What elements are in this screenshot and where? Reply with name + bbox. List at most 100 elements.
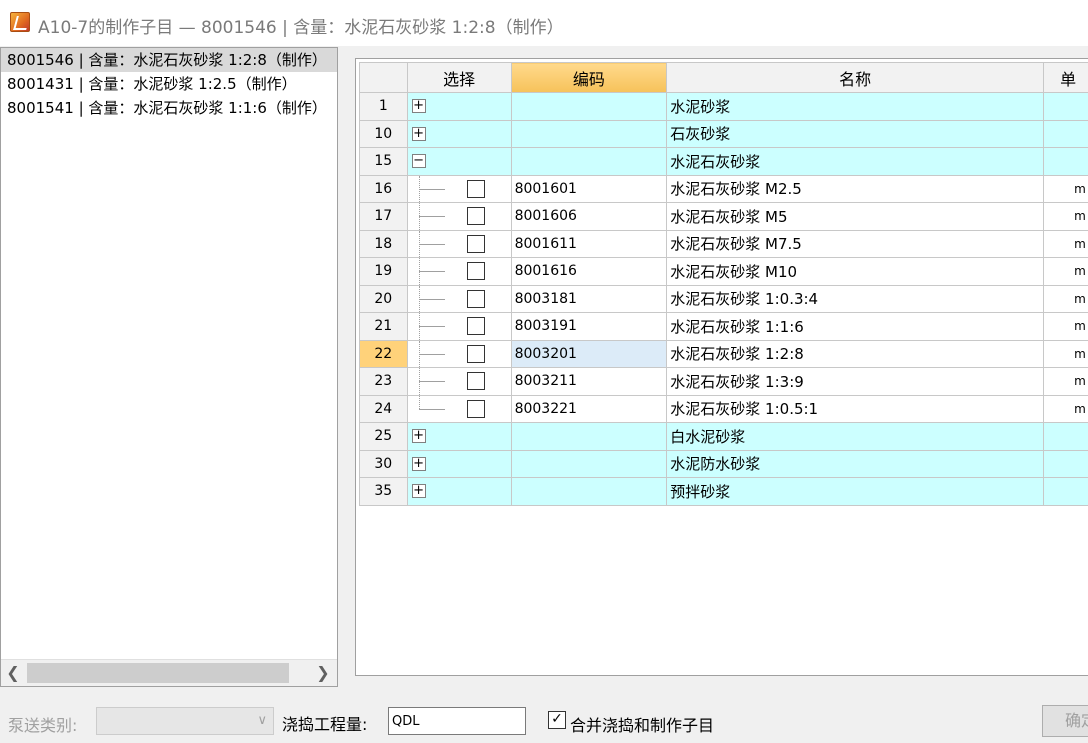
select-cell[interactable]: + xyxy=(406,92,512,121)
select-cell[interactable]: + xyxy=(406,422,512,451)
unit-cell[interactable]: m xyxy=(1043,394,1088,423)
name-cell[interactable]: 水泥石灰砂浆 xyxy=(666,147,1045,176)
code-cell[interactable]: 8003211 xyxy=(510,367,668,396)
code-cell[interactable]: 8001611 xyxy=(510,229,668,258)
code-cell[interactable]: 8003221 xyxy=(510,394,668,423)
select-cell[interactable]: − xyxy=(406,147,512,176)
unit-cell[interactable] xyxy=(1043,422,1088,451)
list-item[interactable]: 8001546 | 含量：水泥石灰砂浆 1:2:8（制作） xyxy=(1,48,337,72)
ok-button[interactable]: 确定 xyxy=(1042,705,1088,737)
select-cell[interactable] xyxy=(406,284,512,313)
expand-icon[interactable]: + xyxy=(411,126,426,141)
scroll-right-icon[interactable]: ❯ xyxy=(313,663,333,683)
unit-cell[interactable]: m xyxy=(1043,174,1088,203)
select-cell[interactable] xyxy=(406,367,512,396)
chevron-down-icon[interactable]: ∨ xyxy=(257,713,267,728)
name-cell[interactable]: 白水泥砂浆 xyxy=(666,422,1045,451)
merge-checkbox[interactable]: ✓ xyxy=(548,711,566,729)
unit-cell[interactable]: m xyxy=(1043,229,1088,258)
code-cell[interactable]: 8001601 xyxy=(510,174,668,203)
unit-cell[interactable]: m xyxy=(1043,339,1088,368)
table-row[interactable]: 21 8003191 水泥石灰砂浆 1:1:6 m xyxy=(359,312,1088,341)
name-cell[interactable]: 水泥石灰砂浆 1:0.3:4 xyxy=(666,284,1045,313)
row-checkbox[interactable] xyxy=(466,179,485,198)
name-cell[interactable]: 预拌砂浆 xyxy=(666,477,1045,506)
code-cell[interactable]: 8003181 xyxy=(510,284,668,313)
unit-cell[interactable]: m xyxy=(1043,202,1088,231)
table-row[interactable]: 10 + 石灰砂浆 xyxy=(359,119,1088,148)
select-cell[interactable] xyxy=(406,229,512,258)
code-cell[interactable] xyxy=(510,92,668,121)
unit-cell[interactable] xyxy=(1043,449,1088,478)
code-cell[interactable] xyxy=(510,449,668,478)
scroll-thumb[interactable] xyxy=(27,663,289,683)
name-cell[interactable]: 水泥石灰砂浆 M10 xyxy=(666,257,1045,286)
header-select[interactable]: 选择 xyxy=(406,62,512,93)
code-cell[interactable]: 8001616 xyxy=(510,257,668,286)
name-cell[interactable]: 石灰砂浆 xyxy=(666,119,1045,148)
header-unit[interactable]: 单 xyxy=(1043,62,1088,93)
code-cell[interactable] xyxy=(510,422,668,451)
table-row[interactable]: 17 8001606 水泥石灰砂浆 M5 m xyxy=(359,202,1088,231)
header-code[interactable]: 编码 xyxy=(510,62,668,93)
table-row[interactable]: 16 8001601 水泥石灰砂浆 M2.5 m xyxy=(359,174,1088,203)
expand-icon[interactable]: + xyxy=(411,429,426,443)
unit-cell[interactable] xyxy=(1043,119,1088,148)
row-checkbox[interactable] xyxy=(466,207,485,225)
table-row[interactable]: 20 8003181 水泥石灰砂浆 1:0.3:4 m xyxy=(359,284,1088,313)
list-item[interactable]: 8001431 | 含量：水泥砂浆 1:2.5（制作） xyxy=(1,72,337,96)
name-cell[interactable]: 水泥砂浆 xyxy=(666,92,1045,121)
merge-label[interactable]: 合并浇捣和制作子目 xyxy=(570,712,714,736)
row-checkbox[interactable] xyxy=(466,234,485,253)
table-row[interactable]: 30 + 水泥防水砂浆 xyxy=(359,449,1088,478)
unit-cell[interactable]: m xyxy=(1043,284,1088,313)
expand-icon[interactable]: + xyxy=(411,484,426,498)
select-cell[interactable] xyxy=(406,312,512,341)
code-cell[interactable]: 8003191 xyxy=(510,312,668,341)
row-checkbox[interactable] xyxy=(466,289,485,308)
name-cell[interactable]: 水泥防水砂浆 xyxy=(666,449,1045,478)
unit-cell[interactable]: m xyxy=(1043,257,1088,286)
name-cell[interactable]: 水泥石灰砂浆 1:1:6 xyxy=(666,312,1045,341)
table-row[interactable]: 35 + 预拌砂浆 xyxy=(359,477,1088,506)
select-cell[interactable] xyxy=(406,202,512,231)
table-row[interactable]: 19 8001616 水泥石灰砂浆 M10 m xyxy=(359,257,1088,286)
unit-cell[interactable] xyxy=(1043,147,1088,176)
code-cell[interactable] xyxy=(510,119,668,148)
select-cell[interactable]: + xyxy=(406,477,512,506)
expand-icon[interactable]: + xyxy=(411,456,426,471)
select-cell[interactable]: + xyxy=(406,119,512,148)
row-checkbox[interactable] xyxy=(466,344,485,363)
table-row[interactable]: 24 8003221 水泥石灰砂浆 1:0.5:1 m xyxy=(359,394,1088,423)
unit-cell[interactable]: m xyxy=(1043,367,1088,396)
select-cell[interactable] xyxy=(406,174,512,203)
select-cell[interactable] xyxy=(406,394,512,423)
select-cell[interactable]: + xyxy=(406,449,512,478)
row-checkbox[interactable] xyxy=(466,372,485,390)
list-item[interactable]: 8001541 | 含量：水泥石灰砂浆 1:1:6（制作） xyxy=(1,96,337,120)
unit-cell[interactable]: m xyxy=(1043,312,1088,341)
scroll-left-icon[interactable]: ❮ xyxy=(3,663,23,683)
name-cell[interactable]: 水泥石灰砂浆 M7.5 xyxy=(666,229,1045,258)
expand-icon[interactable]: + xyxy=(411,99,426,113)
pump-type-select[interactable]: ∨ xyxy=(96,707,274,735)
header-name[interactable]: 名称 xyxy=(666,62,1045,93)
code-cell[interactable] xyxy=(510,477,668,506)
code-cell[interactable] xyxy=(510,147,668,176)
sub-item-list[interactable]: 8001546 | 含量：水泥石灰砂浆 1:2:8（制作） 8001431 | 含… xyxy=(0,47,338,687)
code-cell[interactable]: 8003201 xyxy=(510,339,668,368)
horizontal-scrollbar[interactable]: ❮ ❯ xyxy=(1,659,337,686)
table-row[interactable]: 23 8003211 水泥石灰砂浆 1:3:9 m xyxy=(359,367,1088,396)
table-row[interactable]: 15− 水泥石灰砂浆 xyxy=(359,147,1088,176)
unit-cell[interactable] xyxy=(1043,92,1088,121)
table-row[interactable]: 18 8001611 水泥石灰砂浆 M7.5 m xyxy=(359,229,1088,258)
name-cell[interactable]: 水泥石灰砂浆 1:2:8 xyxy=(666,339,1045,368)
select-cell[interactable] xyxy=(406,339,512,368)
row-checkbox[interactable] xyxy=(466,399,485,418)
table-row[interactable]: 25 + 白水泥砂浆 xyxy=(359,422,1088,451)
row-checkbox[interactable] xyxy=(466,262,485,280)
row-checkbox[interactable] xyxy=(466,317,485,335)
unit-cell[interactable] xyxy=(1043,477,1088,506)
pour-quantity-input[interactable] xyxy=(388,707,526,735)
name-cell[interactable]: 水泥石灰砂浆 M2.5 xyxy=(666,174,1045,203)
